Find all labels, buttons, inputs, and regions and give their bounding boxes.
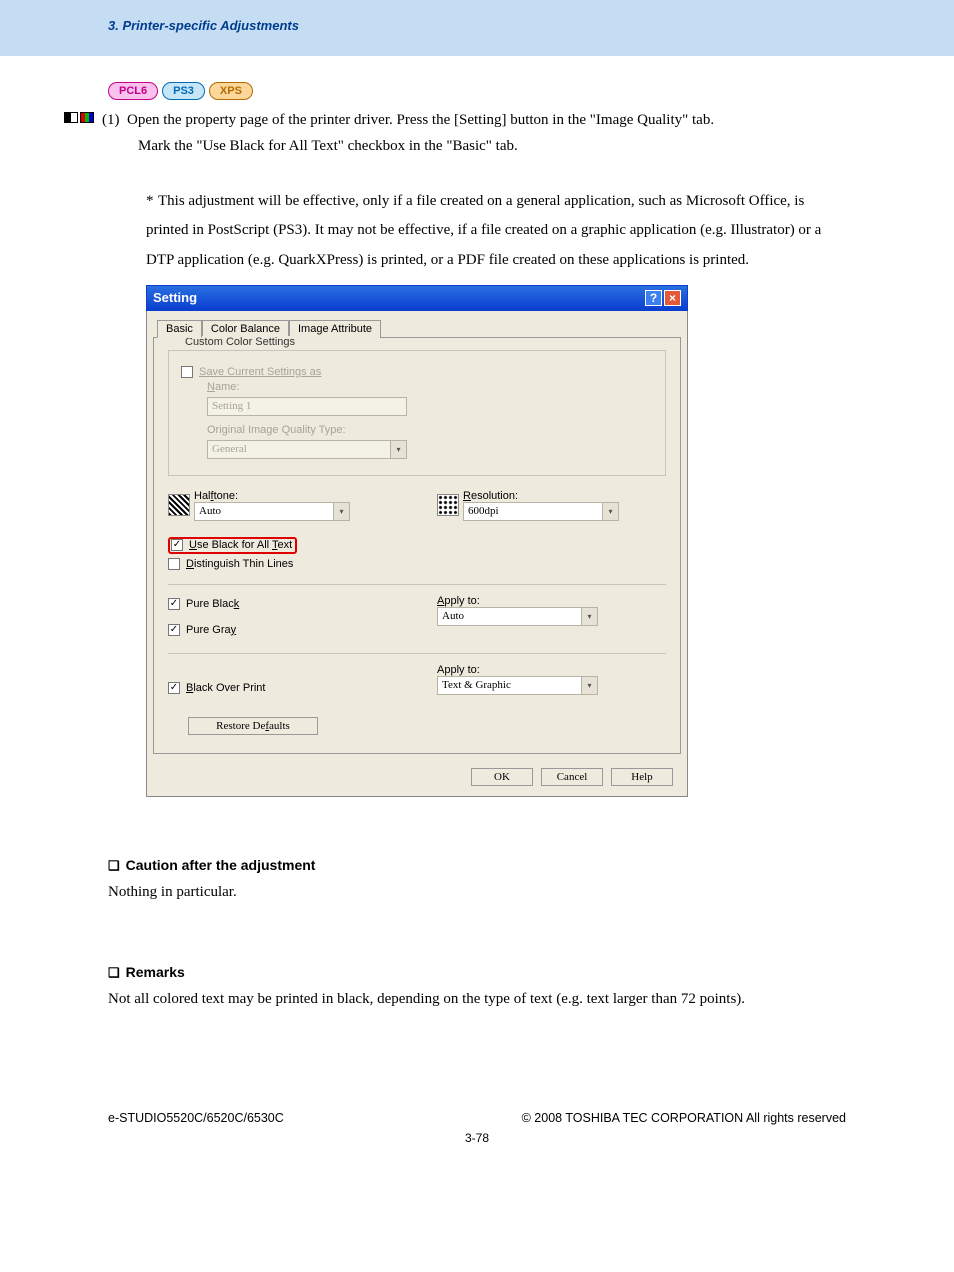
chip-pcl6: PCL6: [108, 82, 158, 100]
section-title: 3. Printer-specific Adjustments: [108, 18, 299, 33]
restore-defaults-button[interactable]: Restore Defaults: [188, 717, 318, 735]
color-icon: [80, 112, 94, 123]
chevron-down-icon[interactable]: ▾: [391, 440, 407, 459]
ok-button[interactable]: OK: [471, 768, 533, 786]
pure-gray-checkbox[interactable]: ✓: [168, 624, 180, 636]
help-button[interactable]: Help: [611, 768, 673, 786]
remarks-body: Not all colored text may be printed in b…: [108, 987, 846, 1011]
help-icon[interactable]: ?: [645, 290, 662, 306]
thin-lines-label: Distinguish Thin Lines: [186, 558, 293, 570]
footnote-text: This adjustment will be effective, only …: [146, 193, 821, 268]
tab-basic[interactable]: Basic: [157, 320, 202, 338]
chevron-down-icon[interactable]: ▾: [582, 676, 598, 695]
footer-left: e-STUDIO5520C/6520C/6530C: [108, 1111, 284, 1125]
thin-lines-checkbox[interactable]: [168, 558, 180, 570]
black-over-print-checkbox[interactable]: ✓: [168, 682, 180, 694]
black-over-print-label: Black Over Print: [186, 682, 265, 694]
name-label: Name:: [207, 381, 653, 393]
caution-heading: ❏Caution after the adjustment: [108, 857, 846, 874]
chip-ps3: PS3: [162, 82, 205, 100]
close-icon[interactable]: ×: [664, 290, 681, 306]
document-header: 3. Printer-specific Adjustments: [0, 0, 954, 56]
use-black-highlight: ✓ Use Black for All Text: [168, 537, 297, 554]
use-black-checkbox[interactable]: ✓: [171, 539, 183, 551]
apply-to-2-select[interactable]: [437, 676, 582, 695]
save-settings-label: Save Current Settings as: [199, 366, 321, 378]
resolution-label: Resolution:: [463, 490, 666, 502]
remarks-heading: ❏Remarks: [108, 964, 846, 981]
cancel-button[interactable]: Cancel: [541, 768, 603, 786]
apply-to-2-label: Apply to:: [437, 664, 666, 676]
chevron-down-icon[interactable]: ▾: [603, 502, 619, 521]
pure-gray-label: Pure Gray: [186, 624, 236, 636]
bw-icon: [64, 112, 78, 123]
dialog-titlebar: Setting ? ×: [146, 285, 688, 311]
apply-to-1-label: Apply to:: [437, 595, 666, 607]
footnote: *This adjustment will be effective, only…: [146, 187, 846, 275]
save-settings-checkbox[interactable]: [181, 366, 193, 378]
resolution-icon: [437, 494, 459, 516]
page-number: 3-78: [0, 1131, 954, 1145]
setting-dialog: Setting ? × Basic Color Balance Image At…: [146, 285, 688, 797]
resolution-select[interactable]: [463, 502, 603, 521]
caution-body: Nothing in particular.: [108, 880, 846, 904]
dialog-title: Setting: [153, 290, 197, 305]
oiq-label: Original Image Quality Type:: [207, 424, 653, 436]
chevron-down-icon[interactable]: ▾: [582, 607, 598, 626]
name-input[interactable]: [207, 397, 407, 416]
step-line1: Open the property page of the printer dr…: [127, 112, 714, 128]
step-number: (1): [102, 112, 120, 128]
pure-black-checkbox[interactable]: ✓: [168, 598, 180, 610]
footer-right: © 2008 TOSHIBA TEC CORPORATION All right…: [522, 1111, 846, 1125]
halftone-icon: [168, 494, 190, 516]
page-footer: e-STUDIO5520C/6520C/6530C © 2008 TOSHIBA…: [0, 1111, 954, 1125]
step-line2: Mark the "Use Black for All Text" checkb…: [138, 134, 846, 160]
apply-to-1-select[interactable]: [437, 607, 582, 626]
tab-image-attribute[interactable]: Image Attribute: [289, 320, 381, 338]
use-black-label: Use Black for All Text: [189, 539, 292, 551]
dialog-tabs: Basic Color Balance Image Attribute: [157, 319, 681, 337]
pure-black-label: Pure Black: [186, 598, 239, 610]
oiq-select[interactable]: [207, 440, 391, 459]
chip-xps: XPS: [209, 82, 253, 100]
chevron-down-icon[interactable]: ▾: [334, 502, 350, 521]
driver-chips: PCL6 PS3 XPS: [108, 82, 846, 100]
halftone-select[interactable]: [194, 502, 334, 521]
halftone-label: Halftone:: [194, 490, 397, 502]
